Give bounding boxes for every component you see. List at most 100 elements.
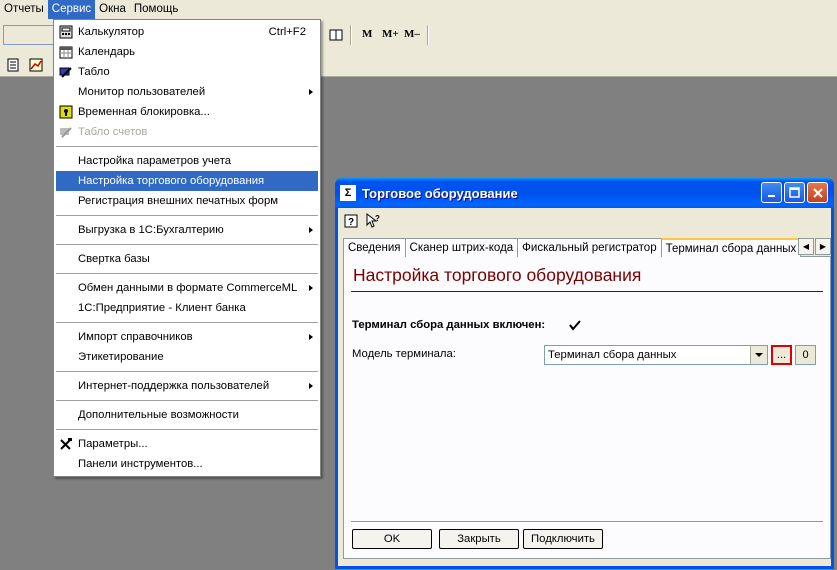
close-button[interactable]: Закрыть	[439, 529, 519, 549]
menu-item-toolbars[interactable]: Панели инструментов...	[54, 454, 320, 474]
trade-equipment-dialog: Σ Торговое оборудование ? ? Сведения Ска…	[335, 178, 834, 569]
select-model-button[interactable]: ...	[771, 345, 792, 365]
menu-service[interactable]: Сервис	[47, 0, 96, 19]
terminal-model-label: Модель терминала:	[352, 348, 456, 360]
menu-bar: Отчеты Сервис Окна Помощь	[0, 0, 837, 19]
tab-barcode-scanner[interactable]: Сканер штрих-кода	[404, 238, 519, 257]
menu-item-user-monitor[interactable]: Монитор пользователей	[54, 82, 320, 102]
maximize-button[interactable]	[784, 182, 805, 203]
service-menu: Калькулятор Ctrl+F2 Календарь Табло Мони…	[53, 19, 321, 477]
menu-item-import-catalogs[interactable]: Импорт справочников	[54, 327, 320, 347]
menu-item-internet-support[interactable]: Интернет-поддержка пользователей	[54, 376, 320, 396]
menu-item-bank-client[interactable]: 1С:Предприятие - Клиент банка	[54, 298, 320, 318]
tab-scroll-right-icon[interactable]: ▶	[815, 238, 831, 255]
accounts-board-icon	[58, 124, 74, 140]
submenu-arrow-icon	[309, 334, 313, 340]
menu-item-label: Импорт справочников	[78, 331, 193, 343]
tab-fiscal-register[interactable]: Фискальный регистратор	[517, 238, 662, 257]
submenu-arrow-icon	[309, 227, 313, 233]
help-icon[interactable]: ?	[343, 213, 359, 229]
memory-plus-button[interactable]: M+	[382, 28, 399, 44]
menu-item-label: Свертка базы	[78, 253, 150, 265]
submenu-arrow-icon	[309, 89, 313, 95]
menu-item-scoreboard[interactable]: Табло	[54, 62, 320, 82]
menu-item-labeling[interactable]: Этикетирование	[54, 347, 320, 367]
menu-item-label: Обмен данными в формате CommerceML	[78, 282, 298, 294]
svg-text:?: ?	[375, 214, 380, 223]
calculator-icon	[58, 24, 74, 40]
context-help-icon[interactable]: ?	[365, 213, 381, 229]
tab-data-terminal[interactable]: Терминал сбора данных	[660, 238, 802, 258]
menu-item-label: Монитор пользователей	[78, 86, 206, 98]
menu-item-calendar[interactable]: Календарь	[54, 42, 320, 62]
tab-info[interactable]: Сведения	[343, 238, 406, 257]
heading-divider	[351, 291, 823, 292]
submenu-arrow-icon	[309, 285, 313, 291]
dialog-titlebar[interactable]: Σ Торговое оборудование	[335, 178, 834, 208]
menu-item-label: Табло счетов	[78, 126, 148, 138]
menu-reports[interactable]: Отчеты	[0, 0, 48, 19]
panel-heading: Настройка торгового оборудования	[353, 265, 642, 285]
menu-item-label: Календарь	[78, 46, 136, 58]
menu-item-database-rollup[interactable]: Свертка базы	[54, 249, 320, 269]
chart-icon[interactable]	[27, 56, 45, 74]
menu-item-label: Панели инструментов...	[78, 458, 203, 470]
menu-item-commerceml-exchange[interactable]: Обмен данными в формате CommerceML	[54, 278, 320, 298]
terminal-enabled-checkbox[interactable]	[568, 319, 581, 332]
menu-separator	[54, 142, 320, 151]
menu-item-label: Интернет-поддержка пользователей	[78, 380, 270, 392]
menu-item-calculator[interactable]: Калькулятор Ctrl+F2	[54, 22, 320, 42]
menu-separator	[54, 318, 320, 327]
menu-item-label: Выгрузка в 1С:Бухгалтерию	[78, 224, 224, 236]
tools-icon	[58, 436, 74, 452]
menu-item-label: Временная блокировка...	[78, 106, 210, 118]
menu-separator	[54, 211, 320, 220]
submenu-arrow-icon	[309, 383, 313, 389]
terminal-model-value: Терминал сбора данных	[548, 349, 677, 361]
tab-scroll-left-icon[interactable]: ◀	[798, 238, 814, 255]
toolbar-combo[interactable]	[3, 25, 55, 45]
menu-item-parameters[interactable]: Параметры...	[54, 434, 320, 454]
tab-strip: Сведения Сканер штрих-кода Фискальный ре…	[343, 238, 831, 258]
report-icon[interactable]	[4, 56, 22, 74]
menu-item-accounts-board: Табло счетов	[54, 122, 320, 142]
menu-item-external-print-forms[interactable]: Регистрация внешних печатных форм	[54, 191, 320, 211]
svg-text:?: ?	[348, 217, 354, 228]
menu-windows[interactable]: Окна	[95, 0, 130, 19]
connect-button[interactable]: Подключить	[523, 529, 603, 549]
tab-panel: Настройка торгового оборудования Термина…	[343, 257, 831, 559]
form-icon: Σ	[340, 185, 356, 201]
dialog-toolbar: ? ?	[343, 211, 381, 231]
menu-separator	[54, 425, 320, 434]
menu-item-extra-features[interactable]: Дополнительные возможности	[54, 405, 320, 425]
toolbar-separator	[427, 25, 429, 45]
menu-item-trade-equipment-settings[interactable]: Настройка торгового оборудования	[56, 171, 318, 191]
menu-item-label: Регистрация внешних печатных форм	[78, 195, 278, 207]
menu-item-accounting-settings[interactable]: Настройка параметров учета	[54, 151, 320, 171]
menu-item-label: Калькулятор	[78, 26, 145, 38]
memory-button[interactable]: M	[362, 28, 372, 44]
menu-item-label: Дополнительные возможности	[78, 409, 239, 421]
menu-item-temporary-lock[interactable]: Временная блокировка...	[54, 102, 320, 122]
buttons-divider	[351, 521, 823, 522]
book-icon[interactable]	[327, 26, 345, 44]
menu-help[interactable]: Помощь	[130, 0, 182, 19]
calendar-icon	[58, 44, 74, 60]
menu-separator	[54, 269, 320, 278]
terminal-enabled-label: Терминал сбора данных включен:	[352, 319, 546, 331]
memory-minus-button[interactable]: M–	[404, 28, 420, 44]
ok-button[interactable]: OK	[352, 529, 432, 549]
menu-separator	[54, 396, 320, 405]
menu-item-label: Настройка параметров учета	[78, 155, 232, 167]
menu-item-label: Настройка торгового оборудования	[78, 175, 265, 187]
shortcut-label: Ctrl+F2	[268, 26, 306, 38]
minimize-button[interactable]	[761, 182, 782, 203]
terminal-model-select[interactable]: Терминал сбора данных	[544, 345, 768, 365]
menu-item-label: Параметры...	[78, 438, 148, 450]
close-window-button[interactable]	[807, 182, 828, 203]
clear-model-button[interactable]: 0	[795, 345, 816, 365]
chevron-down-icon[interactable]	[750, 346, 767, 364]
menu-separator	[54, 367, 320, 376]
menu-item-label: Этикетирование	[78, 351, 164, 363]
menu-item-export-accounting[interactable]: Выгрузка в 1С:Бухгалтерию	[54, 220, 320, 240]
